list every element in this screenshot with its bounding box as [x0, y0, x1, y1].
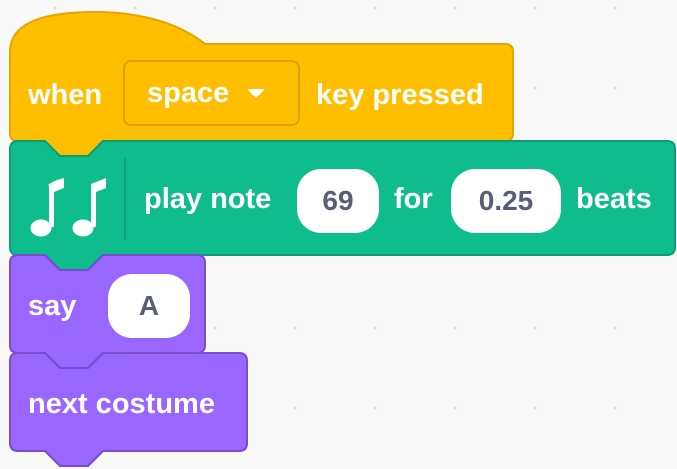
play-note-label: play note	[144, 183, 272, 215]
next-costume-label: next costume	[28, 388, 215, 420]
music-notes-icon	[30, 178, 106, 237]
extension-separator	[124, 158, 126, 240]
when-label: when	[28, 79, 103, 111]
for-label: for	[394, 183, 433, 215]
chevron-down-icon	[247, 88, 266, 98]
note-input[interactable]: 69	[297, 169, 379, 233]
message-input[interactable]: A	[108, 274, 190, 338]
key-dropdown[interactable]: space	[123, 60, 300, 126]
say-label: say	[28, 290, 77, 322]
beats-label: beats	[576, 183, 652, 215]
beats-input[interactable]: 0.25	[451, 169, 561, 233]
key-dropdown-value: space	[147, 76, 230, 109]
key-pressed-label: key pressed	[316, 79, 484, 111]
